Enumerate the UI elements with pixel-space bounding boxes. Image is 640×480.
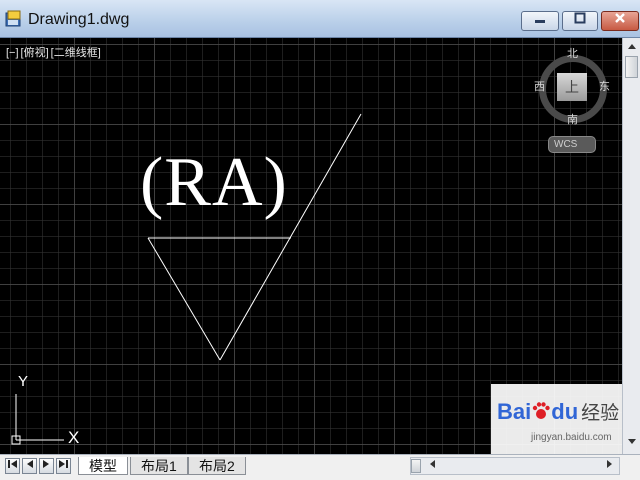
first-layout-button[interactable] (5, 458, 20, 474)
chevron-left-icon (430, 460, 435, 468)
last-layout-button[interactable] (56, 458, 71, 474)
ucs-x-label: X (68, 428, 79, 447)
last-icon (59, 460, 68, 468)
horizontal-scroll-thumb[interactable] (411, 459, 421, 473)
tab-model[interactable]: 模型 (78, 457, 128, 475)
vertical-scrollbar[interactable] (622, 38, 640, 454)
next-layout-button[interactable] (39, 458, 54, 474)
viewcube-top-face[interactable]: 上 (557, 73, 587, 101)
tab-layout1[interactable]: 布局1 (130, 457, 188, 475)
baidu-watermark: Bai du 经验 jingyan.baidu.com (491, 384, 622, 454)
scroll-left-button[interactable] (425, 458, 439, 474)
prev-icon (27, 460, 33, 468)
tab-layout2[interactable]: 布局2 (188, 457, 246, 475)
scroll-down-button[interactable] (625, 436, 638, 450)
watermark-logo: Bai du 经验 (497, 398, 619, 425)
vertical-scroll-thumb[interactable] (625, 56, 638, 78)
watermark-brand-b: du (551, 399, 579, 424)
app-icon (5, 10, 21, 27)
scroll-right-button[interactable] (603, 458, 617, 474)
compass-north[interactable]: 北 (567, 45, 578, 61)
paw-icon (533, 402, 550, 419)
close-button[interactable] (601, 11, 639, 31)
first-icon (8, 460, 17, 468)
watermark-brand-a: Bai (497, 399, 532, 424)
triangle-left-edge (147, 237, 221, 361)
watermark-brand-c: 经验 (581, 403, 620, 424)
chevron-down-icon (627, 439, 636, 444)
wcs-menu[interactable]: WCS (548, 136, 596, 153)
title-bar: Drawing1.dwg (0, 0, 640, 38)
compass-east[interactable]: 东 (599, 78, 610, 94)
prev-layout-button[interactable] (22, 458, 37, 474)
watermark-url: jingyan.baidu.com (531, 432, 612, 443)
ucs-y-label: Y (18, 373, 28, 390)
close-icon (615, 13, 625, 23)
roughness-text: (RA) (140, 144, 288, 221)
compass-west[interactable]: 西 (534, 78, 545, 94)
chevron-up-icon (627, 44, 636, 49)
horizontal-scrollbar[interactable] (410, 457, 620, 475)
layout-tab-bar: 模型 布局1 布局2 (0, 454, 640, 480)
window-title: Drawing1.dwg (28, 11, 130, 28)
maximize-button[interactable] (562, 11, 598, 31)
chevron-right-icon (607, 460, 612, 468)
next-icon (43, 460, 49, 468)
wcs-label: WCS (554, 139, 578, 150)
minimize-icon (535, 20, 545, 23)
compass-south[interactable]: 南 (567, 111, 578, 127)
scroll-up-button[interactable] (625, 40, 638, 54)
ucs-icon: Y X (11, 373, 79, 447)
maximize-icon (574, 12, 586, 24)
minimize-button[interactable] (521, 11, 559, 31)
